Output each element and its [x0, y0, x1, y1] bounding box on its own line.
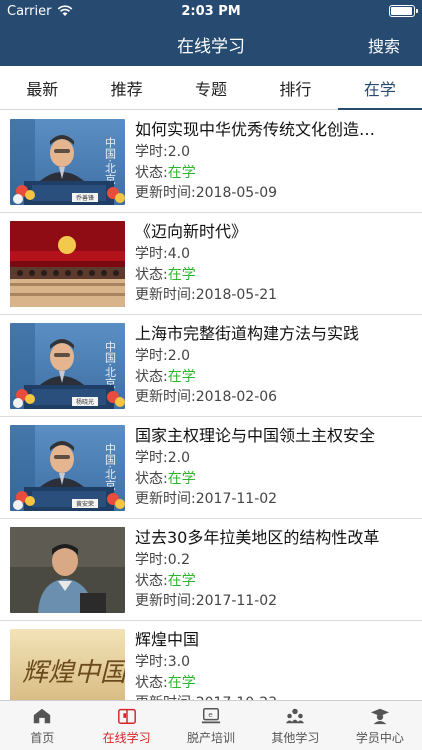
course-status: 在学: [167, 164, 196, 181]
bottom-tab-label: 脱产培训: [187, 730, 236, 745]
course-status-label: 状态:: [135, 674, 168, 691]
speaker-nameplate: 黄安荣: [76, 500, 94, 508]
course-status: 在学: [167, 470, 196, 487]
course-title: 辉煌中国: [135, 630, 200, 649]
course-hours: 学时:4.0: [135, 246, 190, 262]
course-item[interactable]: 中国·北京 乔善锋 如何实现中华优秀传统文化创造… 学时:2.0 状态:在学 更…: [0, 111, 422, 213]
course-thumbnail[interactable]: [10, 527, 125, 613]
course-thumbnail[interactable]: [10, 221, 125, 307]
course-hours: 学时:2.0: [135, 450, 190, 466]
course-info: 国家主权理论与中国领土主权安全 学时:2.0 状态:在学 更新时间:2017-1…: [125, 425, 402, 518]
tab-1[interactable]: 推荐: [84, 66, 168, 109]
category-tabs: 最新 推荐 专题 排行 在学: [0, 66, 422, 110]
status-time: 2:03 PM: [181, 3, 241, 19]
book-icon: [117, 708, 136, 724]
course-status-label: 状态:: [135, 368, 168, 385]
course-item[interactable]: 过去30多年拉美地区的结构性改革 学时:0.2 状态:在学 更新时间:2017-…: [0, 519, 422, 621]
svg-text:辉煌中国: 辉煌中国: [22, 658, 125, 688]
bottom-tab-4[interactable]: 学员中心: [338, 701, 422, 750]
bottom-tab-2[interactable]: e 脱产培训: [169, 701, 253, 750]
bottom-tab-label: 首页: [30, 730, 55, 745]
course-info: 如何实现中华优秀传统文化创造… 学时:2.0 状态:在学 更新时间:2018-0…: [125, 119, 402, 212]
speaker-nameplate: 杨晓光: [76, 398, 94, 406]
course-title: 如何实现中华优秀传统文化创造…: [135, 120, 376, 139]
course-list[interactable]: 中国·北京 乔善锋 如何实现中华优秀传统文化创造… 学时:2.0 状态:在学 更…: [0, 111, 422, 700]
course-thumbnail[interactable]: 辉煌中国: [10, 629, 125, 700]
bottom-tab-0[interactable]: 首页: [0, 701, 84, 750]
course-title: 过去30多年拉美地区的结构性改革: [135, 528, 380, 547]
course-thumbnail[interactable]: 中国·北京 黄安荣: [10, 425, 125, 511]
training-screen-icon: e: [201, 707, 221, 723]
wifi-icon: [58, 5, 73, 16]
course-hours: 学时:2.0: [135, 348, 190, 364]
course-item[interactable]: 辉煌中国 辉煌中国 学时:3.0 状态:在学 更新时间:2017-10-23: [0, 621, 422, 700]
course-hours: 学时:0.2: [135, 552, 190, 568]
course-title: 《迈向新时代》: [135, 222, 248, 241]
battery-icon: [388, 5, 418, 17]
course-status-row: 状态:在学: [135, 469, 402, 490]
tab-0[interactable]: 最新: [0, 66, 84, 109]
home-icon: [34, 708, 51, 723]
bottom-tab-label: 其他学习: [271, 730, 320, 745]
course-thumbnail[interactable]: 中国·北京 杨晓光: [10, 323, 125, 409]
course-status: 在学: [167, 368, 196, 385]
course-thumbnail[interactable]: 中国·北京 乔善锋: [10, 119, 125, 205]
course-status-label: 状态:: [135, 164, 168, 181]
course-status-label: 状态:: [135, 266, 168, 283]
course-updated: 更新时间:2018-05-09: [135, 185, 278, 201]
course-status-row: 状态:在学: [135, 163, 402, 184]
course-updated: 更新时间:2018-05-21: [135, 287, 278, 303]
course-status-row: 状态:在学: [135, 367, 402, 388]
bottom-tab-1[interactable]: 在线学习: [84, 701, 168, 750]
svg-text:e: e: [208, 709, 213, 718]
course-hours: 学时:2.0: [135, 144, 190, 160]
course-status-row: 状态:在学: [135, 571, 402, 592]
course-info: 辉煌中国 学时:3.0 状态:在学 更新时间:2017-10-23: [125, 629, 402, 700]
bottom-tab-3[interactable]: 其他学习: [253, 701, 337, 750]
course-info: 上海市完整街道构建方法与实践 学时:2.0 状态:在学 更新时间:2018-02…: [125, 323, 402, 416]
course-updated: 更新时间:2017-10-23: [135, 693, 402, 700]
bottom-tab-label: 在线学习: [102, 730, 151, 745]
svg-text:中国·北京: 中国·北京: [104, 443, 117, 491]
course-status-label: 状态:: [135, 470, 168, 487]
status-bar: Carrier 2:03 PM: [0, 0, 422, 22]
tab-4[interactable]: 在学: [337, 66, 422, 110]
course-status-row: 状态:在学: [135, 673, 402, 694]
svg-text:中国·北京: 中国·北京: [104, 341, 117, 389]
course-item[interactable]: 《迈向新时代》 学时:4.0 状态:在学 更新时间:2018-05-21: [0, 213, 422, 315]
course-status: 在学: [167, 674, 196, 691]
course-title: 国家主权理论与中国领土主权安全: [135, 426, 376, 445]
course-updated: 更新时间:2017-11-02: [135, 491, 278, 507]
course-title: 上海市完整街道构建方法与实践: [135, 324, 360, 343]
page-title: 在线学习: [177, 36, 245, 57]
course-item[interactable]: 中国·北京 黄安荣 国家主权理论与中国领土主权安全 学时:2.0 状态:在学 更…: [0, 417, 422, 519]
graduate-icon: [370, 708, 389, 724]
course-info: 《迈向新时代》 学时:4.0 状态:在学 更新时间:2018-05-21: [125, 221, 402, 314]
search-button[interactable]: 搜索: [368, 33, 400, 57]
tab-3[interactable]: 排行: [253, 66, 337, 109]
carrier-label: Carrier: [7, 3, 52, 19]
course-status-label: 状态:: [135, 572, 168, 589]
speaker-nameplate: 乔善锋: [76, 194, 94, 202]
svg-text:中国·北京: 中国·北京: [104, 137, 117, 185]
course-status-row: 状态:在学: [135, 265, 402, 286]
course-status: 在学: [167, 572, 196, 589]
course-info: 过去30多年拉美地区的结构性改革 学时:0.2 状态:在学 更新时间:2017-…: [125, 527, 402, 620]
nav-bar: 在线学习 搜索: [0, 22, 422, 66]
bottom-tab-bar: 首页 在线学习 e 脱产培训 其他学习 学员中心: [0, 700, 422, 750]
course-hours: 学时:3.0: [135, 654, 190, 670]
bottom-tab-label: 学员中心: [355, 730, 404, 745]
course-item[interactable]: 中国·北京 杨晓光 上海市完整街道构建方法与实践 学时:2.0 状态:在学 更新…: [0, 315, 422, 417]
top-bar: Carrier 2:03 PM 在线学习 搜索: [0, 0, 422, 66]
course-updated: 更新时间:2018-02-06: [135, 389, 278, 405]
tab-2[interactable]: 专题: [169, 66, 253, 109]
course-status: 在学: [167, 266, 196, 283]
course-updated: 更新时间:2017-11-02: [135, 593, 278, 609]
group-icon: [286, 708, 305, 723]
